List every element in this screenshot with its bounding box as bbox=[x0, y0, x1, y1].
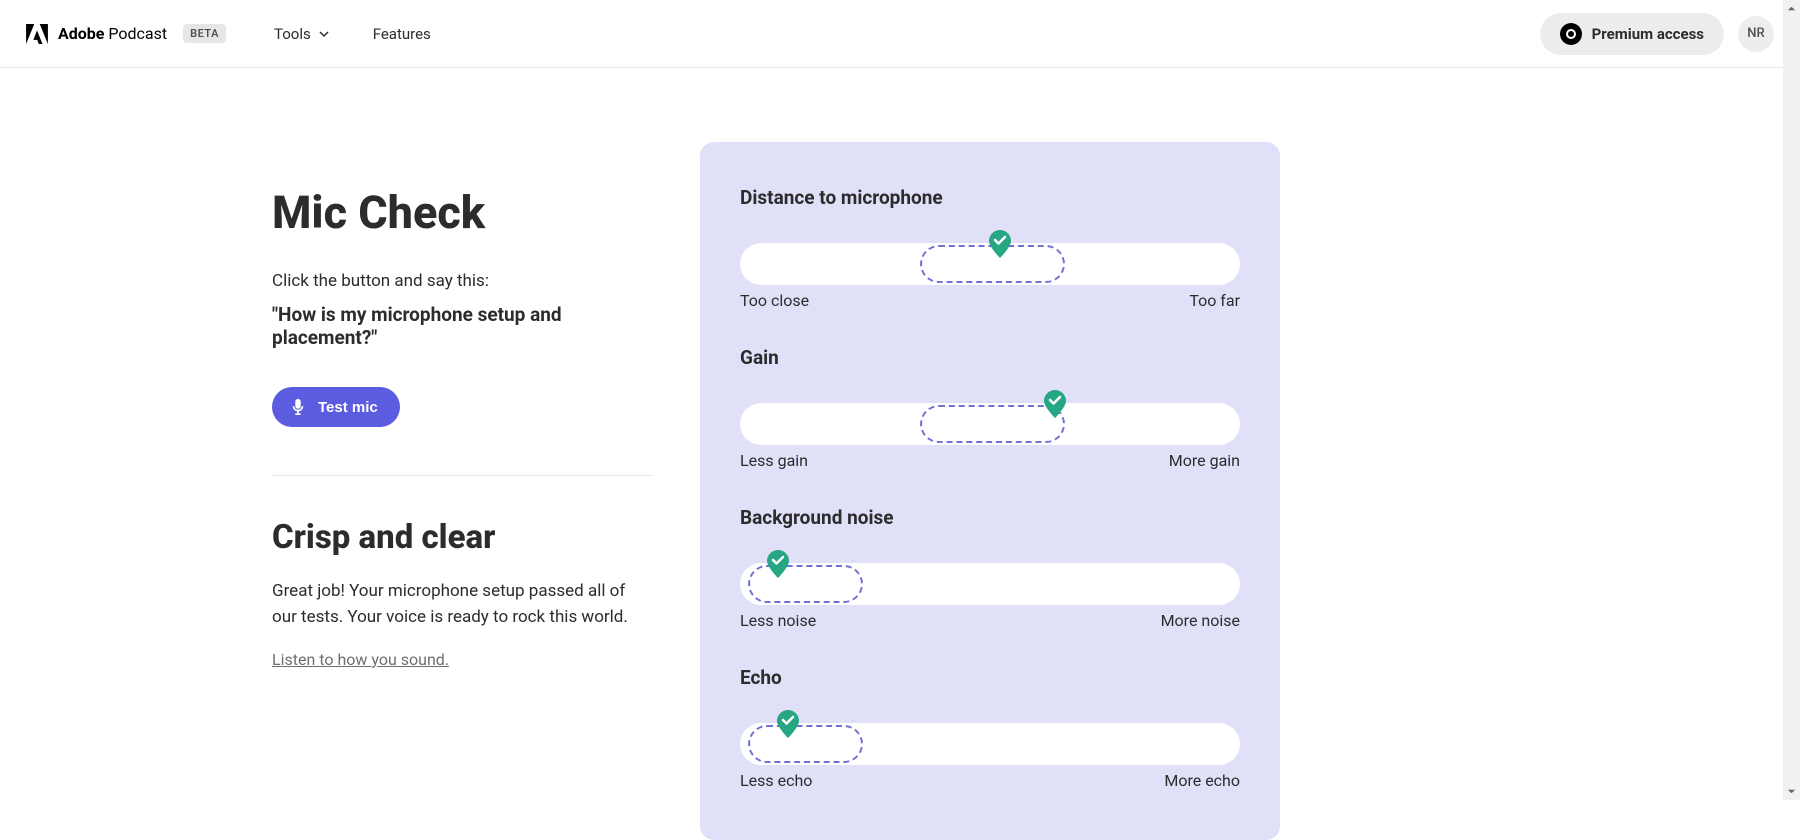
user-avatar[interactable]: NR bbox=[1738, 16, 1774, 52]
low-label: Too close bbox=[740, 291, 809, 310]
header-right: Premium access NR bbox=[1540, 13, 1774, 55]
nav-features[interactable]: Features bbox=[373, 25, 431, 43]
high-label: More gain bbox=[1169, 451, 1240, 470]
main-content: Mic Check Click the button and say this:… bbox=[0, 68, 1800, 840]
result-text: Great job! Your microphone setup passed … bbox=[272, 579, 652, 630]
metric-title: Background noise bbox=[740, 506, 1240, 529]
page-title: Mic Check bbox=[272, 186, 652, 239]
scroll-down-arrow-icon[interactable] bbox=[1783, 783, 1800, 800]
high-label: Too far bbox=[1189, 291, 1240, 310]
listen-link[interactable]: Listen to how you sound. bbox=[272, 650, 449, 669]
chevron-down-icon bbox=[319, 29, 329, 39]
adobe-logo-icon bbox=[26, 24, 48, 44]
section-divider bbox=[272, 475, 652, 476]
marker-icon bbox=[988, 229, 1012, 259]
metrics-panel: Distance to microphone Too close Too far… bbox=[700, 142, 1280, 840]
instruction-quote: "How is my microphone setup and placemen… bbox=[272, 303, 652, 349]
low-label: Less echo bbox=[740, 771, 812, 790]
high-label: More noise bbox=[1161, 611, 1240, 630]
brand-block[interactable]: Adobe Podcast BETA bbox=[26, 24, 226, 44]
track-labels: Too close Too far bbox=[740, 291, 1240, 310]
metric-title: Distance to microphone bbox=[740, 186, 1240, 209]
metric-track bbox=[740, 391, 1240, 435]
app-header: Adobe Podcast BETA Tools Features Premiu… bbox=[0, 0, 1800, 68]
metric-title: Echo bbox=[740, 666, 1240, 689]
metric-row: Gain Less gain More gain bbox=[740, 346, 1240, 470]
track-labels: Less echo More echo bbox=[740, 771, 1240, 790]
test-mic-label: Test mic bbox=[318, 399, 378, 416]
nav-tools[interactable]: Tools bbox=[274, 25, 329, 43]
avatar-initials: NR bbox=[1747, 26, 1764, 41]
target-zone bbox=[748, 725, 863, 763]
metric-track bbox=[740, 231, 1240, 275]
brand-sub: Podcast bbox=[108, 24, 167, 43]
result-title: Crisp and clear bbox=[272, 518, 652, 557]
high-label: More echo bbox=[1164, 771, 1240, 790]
instruction-text: Click the button and say this: bbox=[272, 271, 652, 291]
metric-track bbox=[740, 711, 1240, 755]
metric-title: Gain bbox=[740, 346, 1240, 369]
nav-features-label: Features bbox=[373, 25, 431, 43]
beta-badge: BETA bbox=[183, 24, 226, 43]
premium-access-button[interactable]: Premium access bbox=[1540, 13, 1724, 55]
top-nav: Tools Features bbox=[274, 25, 431, 43]
premium-icon bbox=[1560, 23, 1582, 45]
marker-icon bbox=[766, 549, 790, 579]
track-labels: Less noise More noise bbox=[740, 611, 1240, 630]
track-labels: Less gain More gain bbox=[740, 451, 1240, 470]
low-label: Less gain bbox=[740, 451, 808, 470]
metric-row: Background noise Less noise More noise bbox=[740, 506, 1240, 630]
nav-tools-label: Tools bbox=[274, 25, 311, 43]
brand-strong: Adobe bbox=[58, 24, 104, 43]
header-left: Adobe Podcast BETA Tools Features bbox=[26, 24, 431, 44]
metric-track bbox=[740, 551, 1240, 595]
marker-icon bbox=[776, 709, 800, 739]
brand-text: Adobe Podcast bbox=[58, 24, 167, 43]
left-column: Mic Check Click the button and say this:… bbox=[272, 68, 652, 840]
metric-row: Echo Less echo More echo bbox=[740, 666, 1240, 790]
low-label: Less noise bbox=[740, 611, 816, 630]
vertical-scrollbar[interactable] bbox=[1783, 0, 1800, 800]
premium-label: Premium access bbox=[1592, 25, 1704, 43]
mic-icon bbox=[290, 398, 306, 416]
scroll-up-arrow-icon[interactable] bbox=[1783, 0, 1800, 17]
marker-icon bbox=[1043, 389, 1067, 419]
test-mic-button[interactable]: Test mic bbox=[272, 387, 400, 427]
metric-row: Distance to microphone Too close Too far bbox=[740, 186, 1240, 310]
